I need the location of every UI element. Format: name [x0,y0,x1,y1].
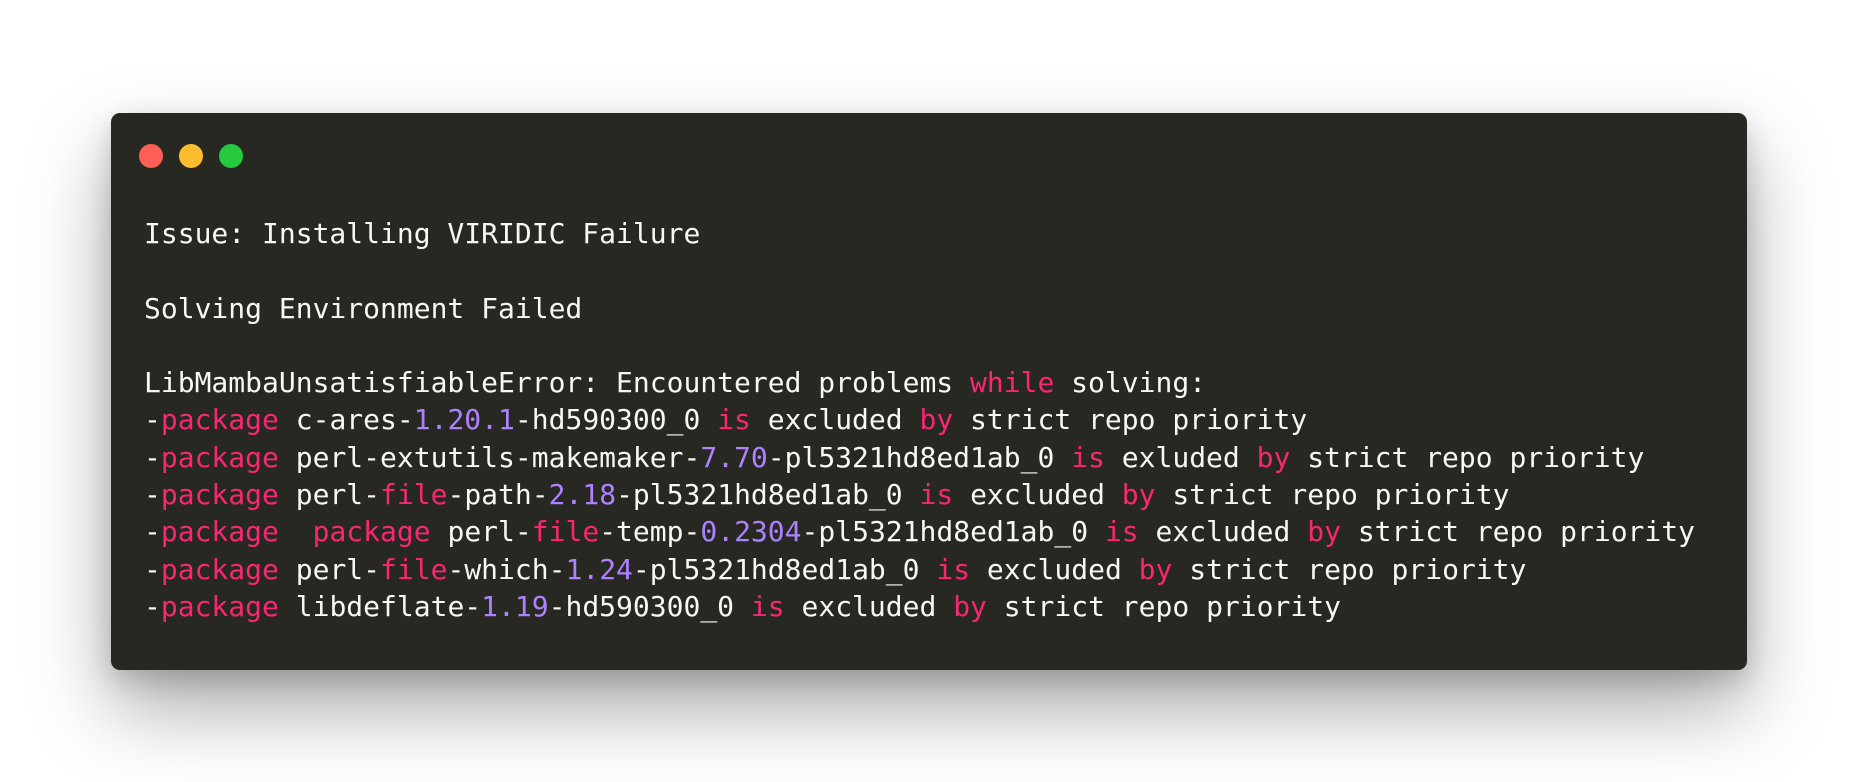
text-token: libdeflate- [278,589,482,623]
code-line: -package libdeflate-1.19-hd590300_0 is e… [144,588,1727,625]
text-token: excluded [953,478,1122,512]
text-token: strict repo priority [1172,552,1527,586]
keyword-token: is [717,403,751,437]
keyword-token: package [160,440,279,474]
code-line: -package c-ares-1.20.1-hd590300_0 is exc… [144,401,1727,438]
text-token: exluded [1104,440,1257,474]
text-token: -which- [447,552,566,586]
keyword-token: file [531,515,600,549]
number-token: 0.2304 [700,515,802,549]
minimize-button[interactable] [179,144,203,168]
text-token: c-ares- [278,403,414,437]
keyword-token: is [1071,440,1105,474]
number-token: 7.70 [700,440,768,474]
text-token: strict repo priority [1340,515,1695,549]
text-token: - [144,403,161,437]
keyword-token: package [160,552,279,586]
close-button[interactable] [139,144,163,168]
text-token: -pl5321hd8ed1ab_0 [801,515,1105,549]
zoom-button[interactable] [219,144,243,168]
number-token: 1.20.1 [413,403,515,437]
text-token: perl- [278,478,381,512]
text-token: -pl5321hd8ed1ab_0 [616,478,920,512]
text-token: perl- [430,515,532,549]
text-token: strict repo priority [1155,478,1510,512]
text-token: - [144,478,161,512]
text-token: excluded [1138,515,1308,549]
window-controls [139,144,243,168]
text-token: LibMambaUnsatisfiableError: Encountered … [144,366,971,400]
keyword-token: file [380,552,448,586]
code-line: LibMambaUnsatisfiableError: Encountered … [144,364,1727,401]
keyword-token: is [750,589,785,623]
text-token: -hd590300_0 [548,589,751,623]
text-token: -pl5321hd8ed1ab_0 [632,552,937,586]
text-token: excluded [784,589,954,623]
keyword-token: by [1138,552,1173,586]
text-token: excluded [970,552,1139,586]
text-token: - [144,515,161,549]
code-line: -package perl-file-which-1.24-pl5321hd8e… [144,551,1727,588]
text-token: Solving Environment Failed [144,291,583,325]
text-token: strict repo priority [986,589,1341,623]
code-window: Issue: Installing VIRIDIC Failure Solvin… [111,113,1747,670]
text-token: - [144,552,161,586]
text-token: strict repo priority [953,403,1308,437]
text-token: - [144,589,161,623]
code-line: -package perl-extutils-makemaker-7.70-pl… [144,439,1727,476]
keyword-token: is [1104,515,1139,549]
page-background: Issue: Installing VIRIDIC Failure Solvin… [0,0,1858,782]
keyword-token: package [160,589,279,623]
code-block: Issue: Installing VIRIDIC Failure Solvin… [144,215,1727,625]
text-token: perl- [278,552,381,586]
keyword-token: while [970,366,1055,400]
text-token: solving: [1054,366,1207,400]
keyword-token: file [380,478,448,512]
text-token: perl-extutils-makemaker- [278,440,701,474]
code-line: -package package perl-file-temp-0.2304-p… [144,513,1727,550]
keyword-token: by [1256,440,1291,474]
text-token: strict repo priority [1290,440,1645,474]
text-token: Issue: Installing VIRIDIC Failure [144,217,701,250]
text-token: -temp- [599,515,701,549]
number-token: 1.24 [565,552,633,586]
keyword-token: package [160,515,279,549]
number-token: 2.18 [548,478,617,512]
keyword-token: package [312,515,431,549]
code-line: -package perl-file-path-2.18-pl5321hd8ed… [144,476,1727,513]
number-token: 1.19 [481,589,549,623]
keyword-token: by [953,589,987,623]
text-token: -pl5321hd8ed1ab_0 [767,440,1072,474]
keyword-token: package [160,403,279,437]
keyword-token: package [160,478,279,512]
keyword-token: is [919,478,954,512]
keyword-token: is [936,552,971,586]
keyword-token: by [919,403,954,437]
code-line: Solving Environment Failed [144,290,1727,327]
text-token: excluded [750,403,920,437]
text-token: - [144,440,161,474]
keyword-token: by [1121,478,1156,512]
text-token: -path- [447,478,549,512]
code-line: Issue: Installing VIRIDIC Failure [144,215,1727,252]
keyword-token: by [1307,515,1341,549]
text-token: -hd590300_0 [514,403,718,437]
